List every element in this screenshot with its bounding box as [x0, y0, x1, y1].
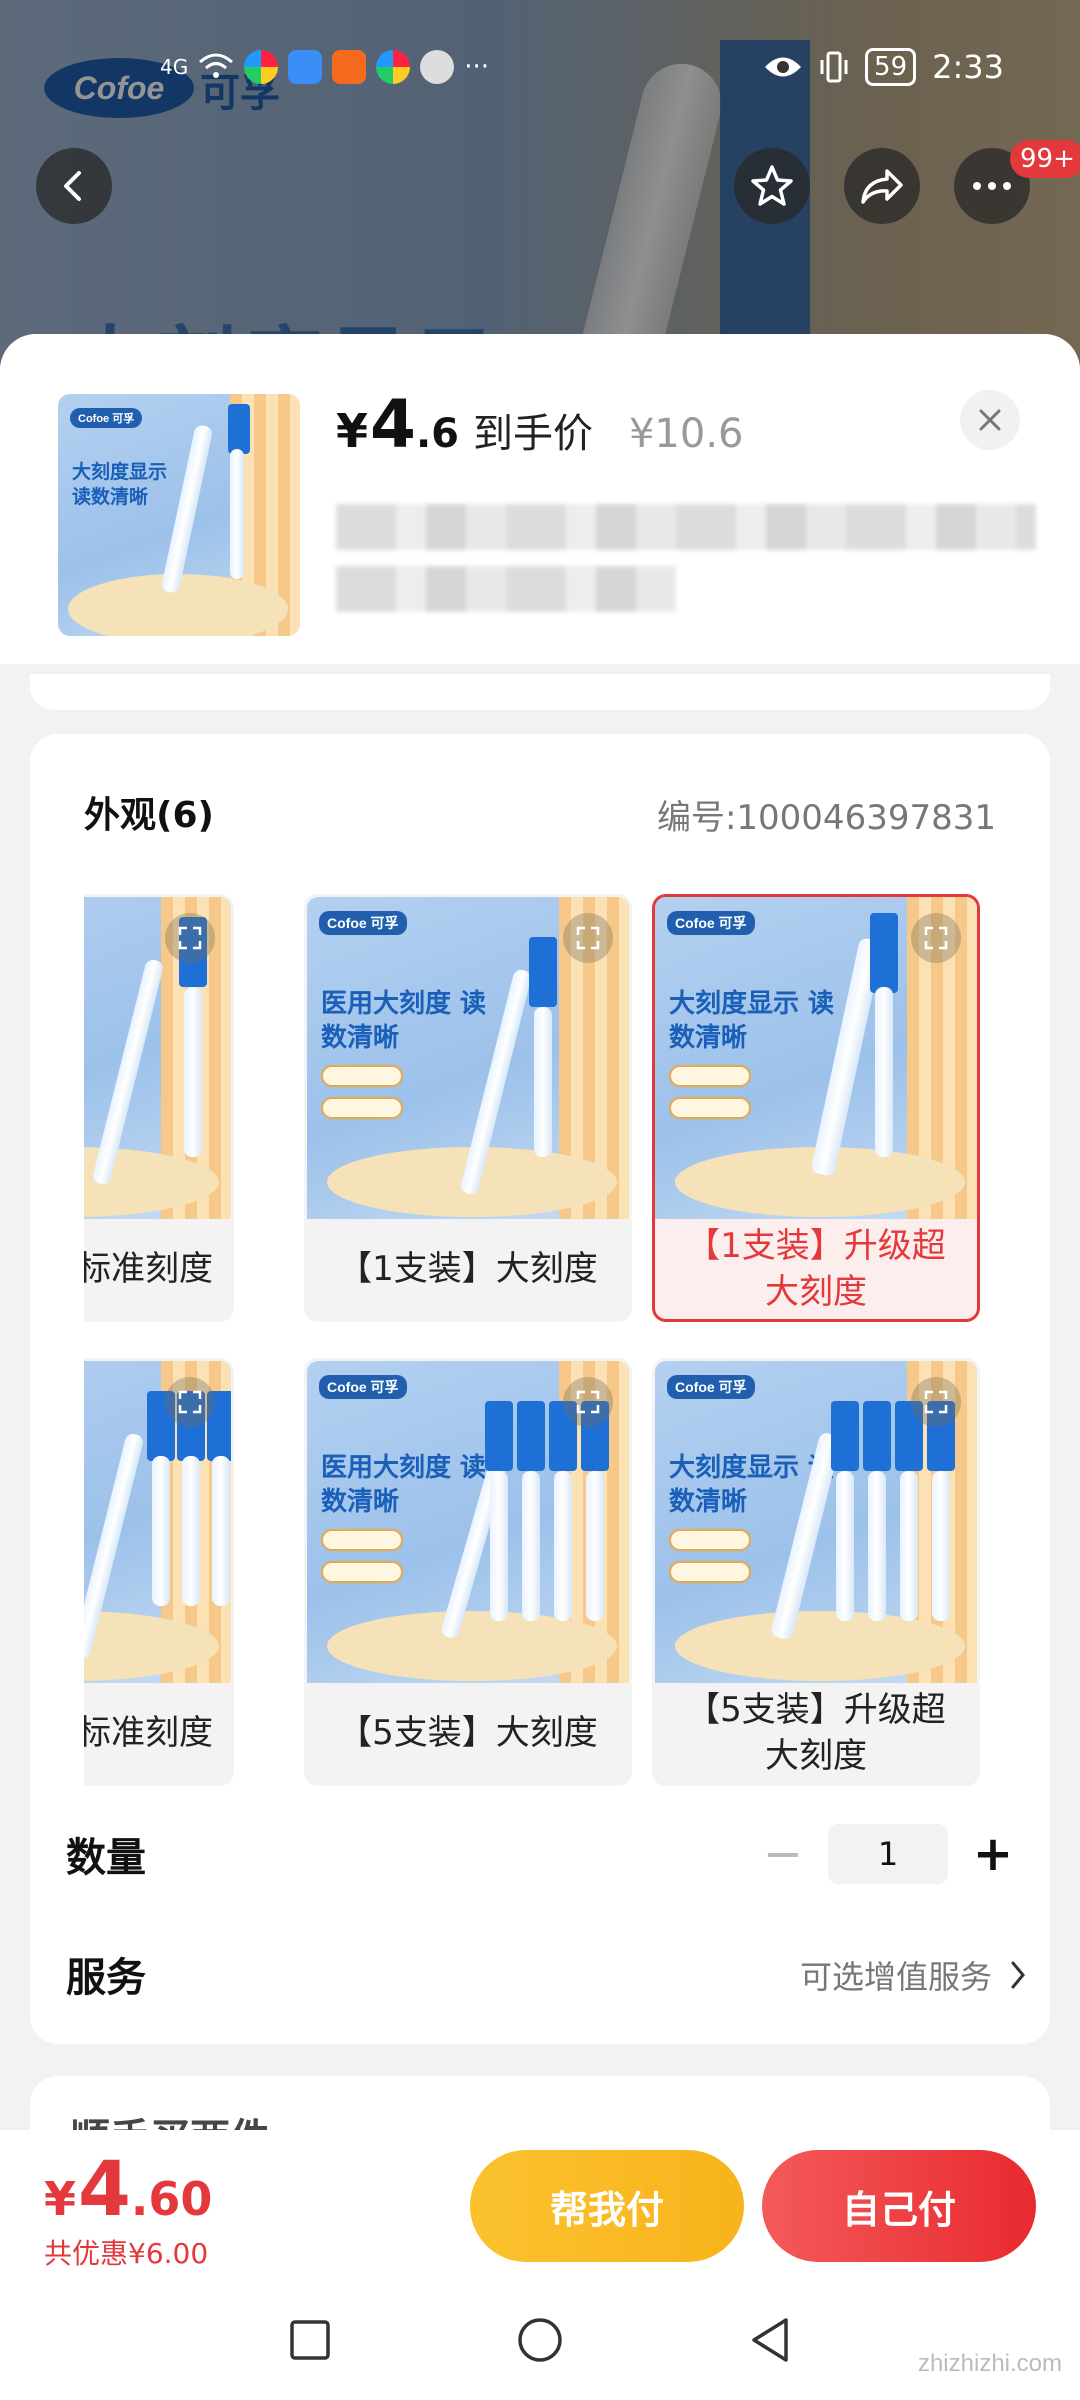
circle-icon [518, 2318, 562, 2362]
quantity-input[interactable]: 1 [828, 1824, 948, 1884]
option-3-1pack-xlarge-selected[interactable]: Cofoe 可孚 大刻度显示 读数清晰 【1支装】升级超大刻度 [652, 894, 980, 1322]
price-decimal: .6 [415, 411, 459, 457]
brand-logo: Cofoe 可孚 [319, 1375, 407, 1399]
collapsed-section [30, 674, 1050, 710]
sku-selection-sheet: Cofoe 可孚 大刻度显示 读数清晰 ¥ 4 .6 到手价 ¥10.6 外观(… [0, 334, 1080, 2130]
message-count-badge: 99+ [1010, 140, 1080, 178]
share-arrow-icon [861, 169, 903, 204]
brand-logo: Cofoe 可孚 [667, 1375, 755, 1399]
favorite-button[interactable] [734, 148, 810, 224]
expand-icon[interactable] [165, 913, 215, 963]
option-label: 【5支装】大刻度 [338, 1713, 598, 1753]
expand-icon[interactable] [563, 1377, 613, 1427]
price-row: ¥ 4 .6 到手价 ¥10.6 [336, 386, 744, 463]
option-4-5pack-standard[interactable]: 装】标准刻度 [84, 1358, 234, 1786]
star-icon [751, 165, 793, 206]
service-row[interactable]: 服务 可选增值服务 [66, 1934, 1026, 2014]
option-promo: 医用大刻度 读数清晰 [321, 989, 487, 1053]
brand-logo: Cofoe 可孚 [667, 911, 755, 935]
expand-icon[interactable] [165, 1377, 215, 1427]
system-nav-bar [0, 2280, 1080, 2400]
square-icon [290, 2320, 330, 2360]
quantity-label: 数量 [66, 1835, 146, 1881]
option-label: 装】标准刻度 [84, 1249, 213, 1289]
add-on-section: 顺手买两件 [30, 2076, 1050, 2130]
total-savings: 共优惠¥6.00 [44, 2237, 209, 2270]
vibrate-icon [820, 51, 848, 83]
selected-product-thumbnail[interactable]: Cofoe 可孚 大刻度显示 读数清晰 [58, 394, 300, 636]
original-price: ¥10.6 [628, 411, 744, 457]
wechat-icon [420, 50, 455, 84]
system-back-button[interactable] [738, 2308, 802, 2372]
expand-icon[interactable] [563, 913, 613, 963]
service-value: 可选增值服务 [799, 1958, 992, 1996]
option-promo: 大刻度显示 读数清晰 [669, 989, 835, 1053]
redacted-product-name [336, 504, 1036, 550]
option-label: 装】标准刻度 [84, 1713, 213, 1753]
option-5-5pack-large[interactable]: Cofoe 可孚 医用大刻度 读数清晰 【5支装】大刻度 [304, 1358, 632, 1786]
app-icon [376, 50, 411, 84]
eye-icon [765, 57, 802, 77]
cloud-app-icon [288, 50, 323, 84]
pay-myself-button[interactable]: 自己付 [762, 2150, 1036, 2262]
service-label: 服务 [66, 1955, 146, 2001]
option-6-5pack-xlarge[interactable]: Cofoe 可孚 大刻度显示 读数清晰 【5支装】升级超大刻度 [652, 1358, 980, 1786]
thumb-brand-logo: Cofoe 可孚 [70, 408, 143, 428]
sheet-header: Cofoe 可孚 大刻度显示 读数清晰 ¥ 4 .6 到手价 ¥10.6 [0, 334, 1080, 664]
final-price-tag: 到手价 [472, 411, 593, 457]
option-1-standard[interactable]: 装】标准刻度 [84, 894, 234, 1322]
close-icon [979, 409, 1001, 431]
price-currency: ¥ [336, 404, 369, 458]
appearance-options-grid: 装】标准刻度 Cofoe 可孚 医用大刻度 读数清晰 【1支装】大刻度 [84, 894, 1024, 1794]
total-price: ¥ 4 .60 [44, 2144, 212, 2233]
status-bar: 4G ··· 59 2:33 [0, 40, 1080, 100]
wifi-icon [199, 53, 234, 78]
clock: 2:33 [932, 48, 1004, 86]
sku-number: 编号:100046397831 [656, 798, 996, 838]
home-button[interactable] [508, 2308, 572, 2372]
back-arrow-icon [64, 171, 81, 201]
option-promo: 医用大刻度 读数清晰 [321, 1453, 487, 1517]
option-label: 【1支装】升级超大刻度 [686, 1226, 946, 1312]
chevron-right-icon [1011, 1961, 1025, 1989]
checkout-bar: ¥ 4 .60 共优惠¥6.00 帮我付 自己付 [0, 2130, 1080, 2280]
total-price-decimal: .60 [130, 2172, 213, 2226]
battery-icon: 59 [865, 48, 917, 86]
option-2-1pack-large[interactable]: Cofoe 可孚 医用大刻度 读数清晰 【1支装】大刻度 [304, 894, 632, 1322]
brand-logo: Cofoe 可孚 [319, 911, 407, 935]
increase-quantity-button[interactable]: + [960, 1824, 1026, 1884]
option-label: 【5支装】升级超大刻度 [686, 1690, 946, 1776]
watermark: zhizhizhi.com [917, 2350, 1062, 2377]
share-button[interactable] [844, 148, 920, 224]
decrease-quantity-button[interactable]: − [750, 1824, 816, 1884]
recent-apps-button[interactable] [278, 2308, 342, 2372]
signal-icon: 4G [160, 55, 189, 79]
close-sheet-button[interactable] [960, 390, 1020, 450]
expand-icon[interactable] [911, 913, 961, 963]
appearance-title: 外观(6) [84, 795, 214, 836]
more-dots-icon [973, 182, 1011, 190]
help-me-pay-button[interactable]: 帮我付 [470, 2150, 744, 2262]
thumb-promo-text: 大刻度显示 读数清晰 [72, 461, 168, 508]
option-label: 【1支装】大刻度 [338, 1249, 598, 1289]
more-notifications-icon: ··· [464, 52, 490, 82]
quantity-stepper: − 1 + [750, 1824, 1026, 1884]
expand-icon[interactable] [911, 1377, 961, 1427]
price-integer: 4 [370, 386, 416, 463]
add-on-title: 顺手买两件 [70, 2106, 270, 2130]
app-icon [332, 50, 367, 84]
total-price-integer: 4 [78, 2144, 131, 2233]
total-price-currency: ¥ [44, 2172, 77, 2226]
quantity-row: 数量 − 1 + [66, 1814, 1026, 1894]
options-card: 外观(6) 编号:100046397831 装】标准刻度 Co [30, 734, 1050, 2044]
back-button[interactable] [36, 148, 112, 224]
triangle-back-icon [752, 2318, 788, 2362]
app-icon [244, 50, 279, 84]
redacted-product-name [336, 566, 676, 612]
